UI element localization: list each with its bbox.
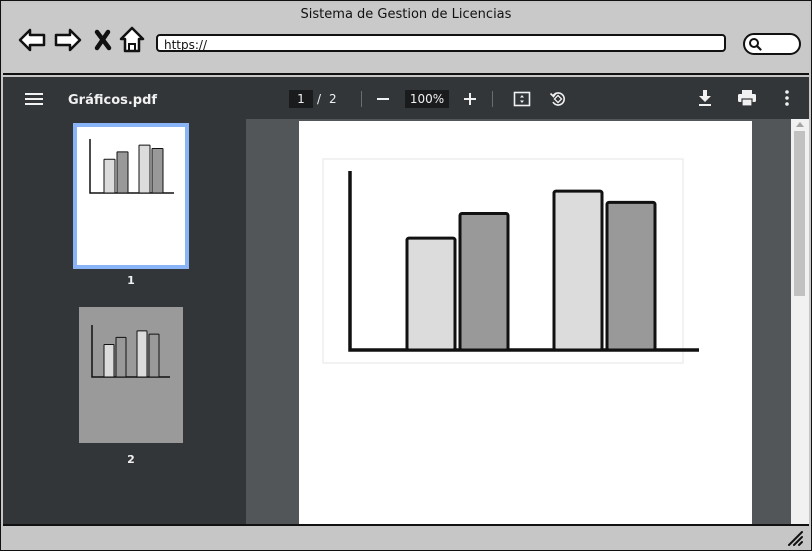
- thumbnail-label: 2: [127, 453, 135, 466]
- pdf-toolbar: Gráficos.pdf 1 / 2 100%: [3, 77, 809, 119]
- chart-bar: [138, 144, 151, 194]
- chart-bar: [103, 344, 115, 378]
- chart-marks: [348, 171, 699, 352]
- page-separator: /: [317, 92, 322, 106]
- bar-chart: [322, 158, 699, 364]
- arrow-left-icon[interactable]: [17, 25, 47, 55]
- total-pages: 2: [329, 92, 337, 106]
- toolbar-divider: [492, 91, 493, 107]
- scrollbar-thumb[interactable]: [794, 131, 805, 296]
- address-bar[interactable]: https://: [156, 34, 726, 52]
- thumbnail-page-1[interactable]: [73, 123, 189, 269]
- plus-icon[interactable]: [463, 92, 477, 106]
- document-viewport[interactable]: [246, 119, 791, 524]
- pdf-page: [299, 121, 752, 524]
- chart-bar: [151, 147, 164, 194]
- minus-icon[interactable]: [376, 92, 390, 106]
- resize-grip-icon[interactable]: [787, 530, 803, 546]
- hamburger-menu-icon[interactable]: [25, 92, 43, 106]
- thumbnail-page-2[interactable]: [79, 307, 183, 443]
- chart-bar: [116, 151, 129, 194]
- chart-bar: [115, 336, 127, 378]
- rotate-icon[interactable]: [549, 90, 567, 108]
- thumbnail-label: 1: [127, 274, 135, 287]
- document-filename: Gráficos.pdf: [68, 93, 158, 108]
- fit-page-icon[interactable]: [513, 90, 531, 108]
- thumbnail-sidebar: 1 2: [3, 119, 246, 524]
- vertical-scrollbar[interactable]: [791, 119, 809, 524]
- arrow-right-icon[interactable]: [53, 25, 83, 55]
- chart-bar: [136, 330, 148, 378]
- scroll-up-arrow-icon[interactable]: [796, 121, 804, 127]
- chart-bar: [605, 200, 657, 352]
- home-icon[interactable]: [117, 25, 147, 55]
- toolbar-divider: [361, 91, 362, 107]
- window-title: Sistema de Gestion de Licencias: [300, 7, 512, 22]
- print-icon[interactable]: [737, 89, 757, 107]
- chart-bar: [103, 158, 116, 194]
- status-bar: [3, 524, 809, 550]
- more-vertical-icon[interactable]: [784, 89, 790, 107]
- chart-bar: [148, 333, 160, 378]
- current-page-input[interactable]: 1: [289, 90, 313, 108]
- search-icon[interactable]: [748, 37, 762, 51]
- app-window: Sistema de Gestion de Licencias https://: [0, 0, 812, 551]
- chart-bar: [405, 236, 457, 352]
- download-icon[interactable]: [697, 89, 713, 107]
- search-box[interactable]: [743, 33, 801, 55]
- browser-chrome: Sistema de Gestion de Licencias https://: [3, 3, 809, 75]
- zoom-level-input[interactable]: 100%: [405, 90, 449, 108]
- chart-bar: [552, 189, 604, 352]
- chart-bar: [458, 212, 510, 352]
